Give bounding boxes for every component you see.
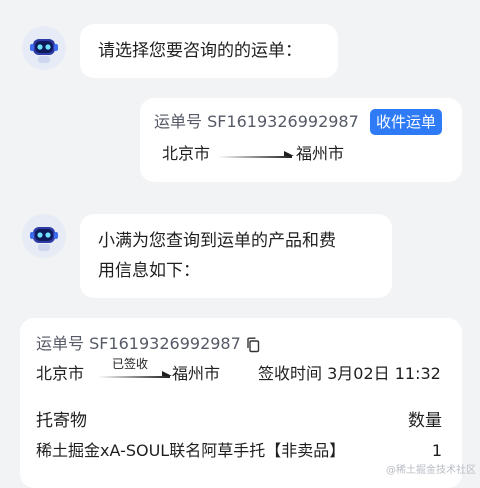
from-city: 北京市: [162, 144, 211, 163]
robot-avatar-icon: [30, 39, 58, 63]
message-text-line2: 用信息如下：: [98, 261, 200, 281]
watermark: @稀土掘金技术社区: [386, 465, 476, 476]
bot-avatar: [22, 214, 66, 258]
from-city: 北京市: [36, 364, 85, 383]
waybill-number: 运单号 SF1619326992987: [36, 334, 241, 353]
delivery-status: 已签收: [112, 357, 149, 371]
waybill-number: 运单号 SF1619326992987: [154, 112, 359, 131]
bot-avatar: [22, 26, 66, 70]
robot-avatar-icon: [30, 227, 58, 251]
message-text: 请选择您要咨询的的运单：: [98, 41, 302, 61]
copy-icon[interactable]: [246, 337, 260, 353]
waybill-select-card[interactable]: 运单号 SF1619326992987 收件运单 北京市 福州市: [140, 98, 462, 182]
route-line: [98, 376, 170, 378]
bot-message: 小满为您查询到运单的产品和费 用信息如下：: [80, 214, 392, 298]
route-arrow: [284, 151, 294, 156]
column-header-quantity: 数量: [408, 411, 442, 431]
to-city: 福州市: [296, 144, 345, 163]
to-city: 福州市: [172, 364, 221, 383]
column-header-item: 托寄物: [36, 411, 87, 431]
bot-message: 请选择您要咨询的的运单：: [80, 24, 338, 78]
message-text-line1: 小满为您查询到运单的产品和费: [98, 231, 336, 251]
route-line: [218, 156, 292, 158]
item-name: 稀土掘金xA-SOUL联名阿草手托【非卖品】: [36, 441, 346, 460]
receive-waybill-button[interactable]: 收件运单: [370, 109, 443, 135]
sign-time: 签收时间 3月02日 11:32: [258, 364, 441, 383]
route-arrow: [162, 371, 172, 376]
